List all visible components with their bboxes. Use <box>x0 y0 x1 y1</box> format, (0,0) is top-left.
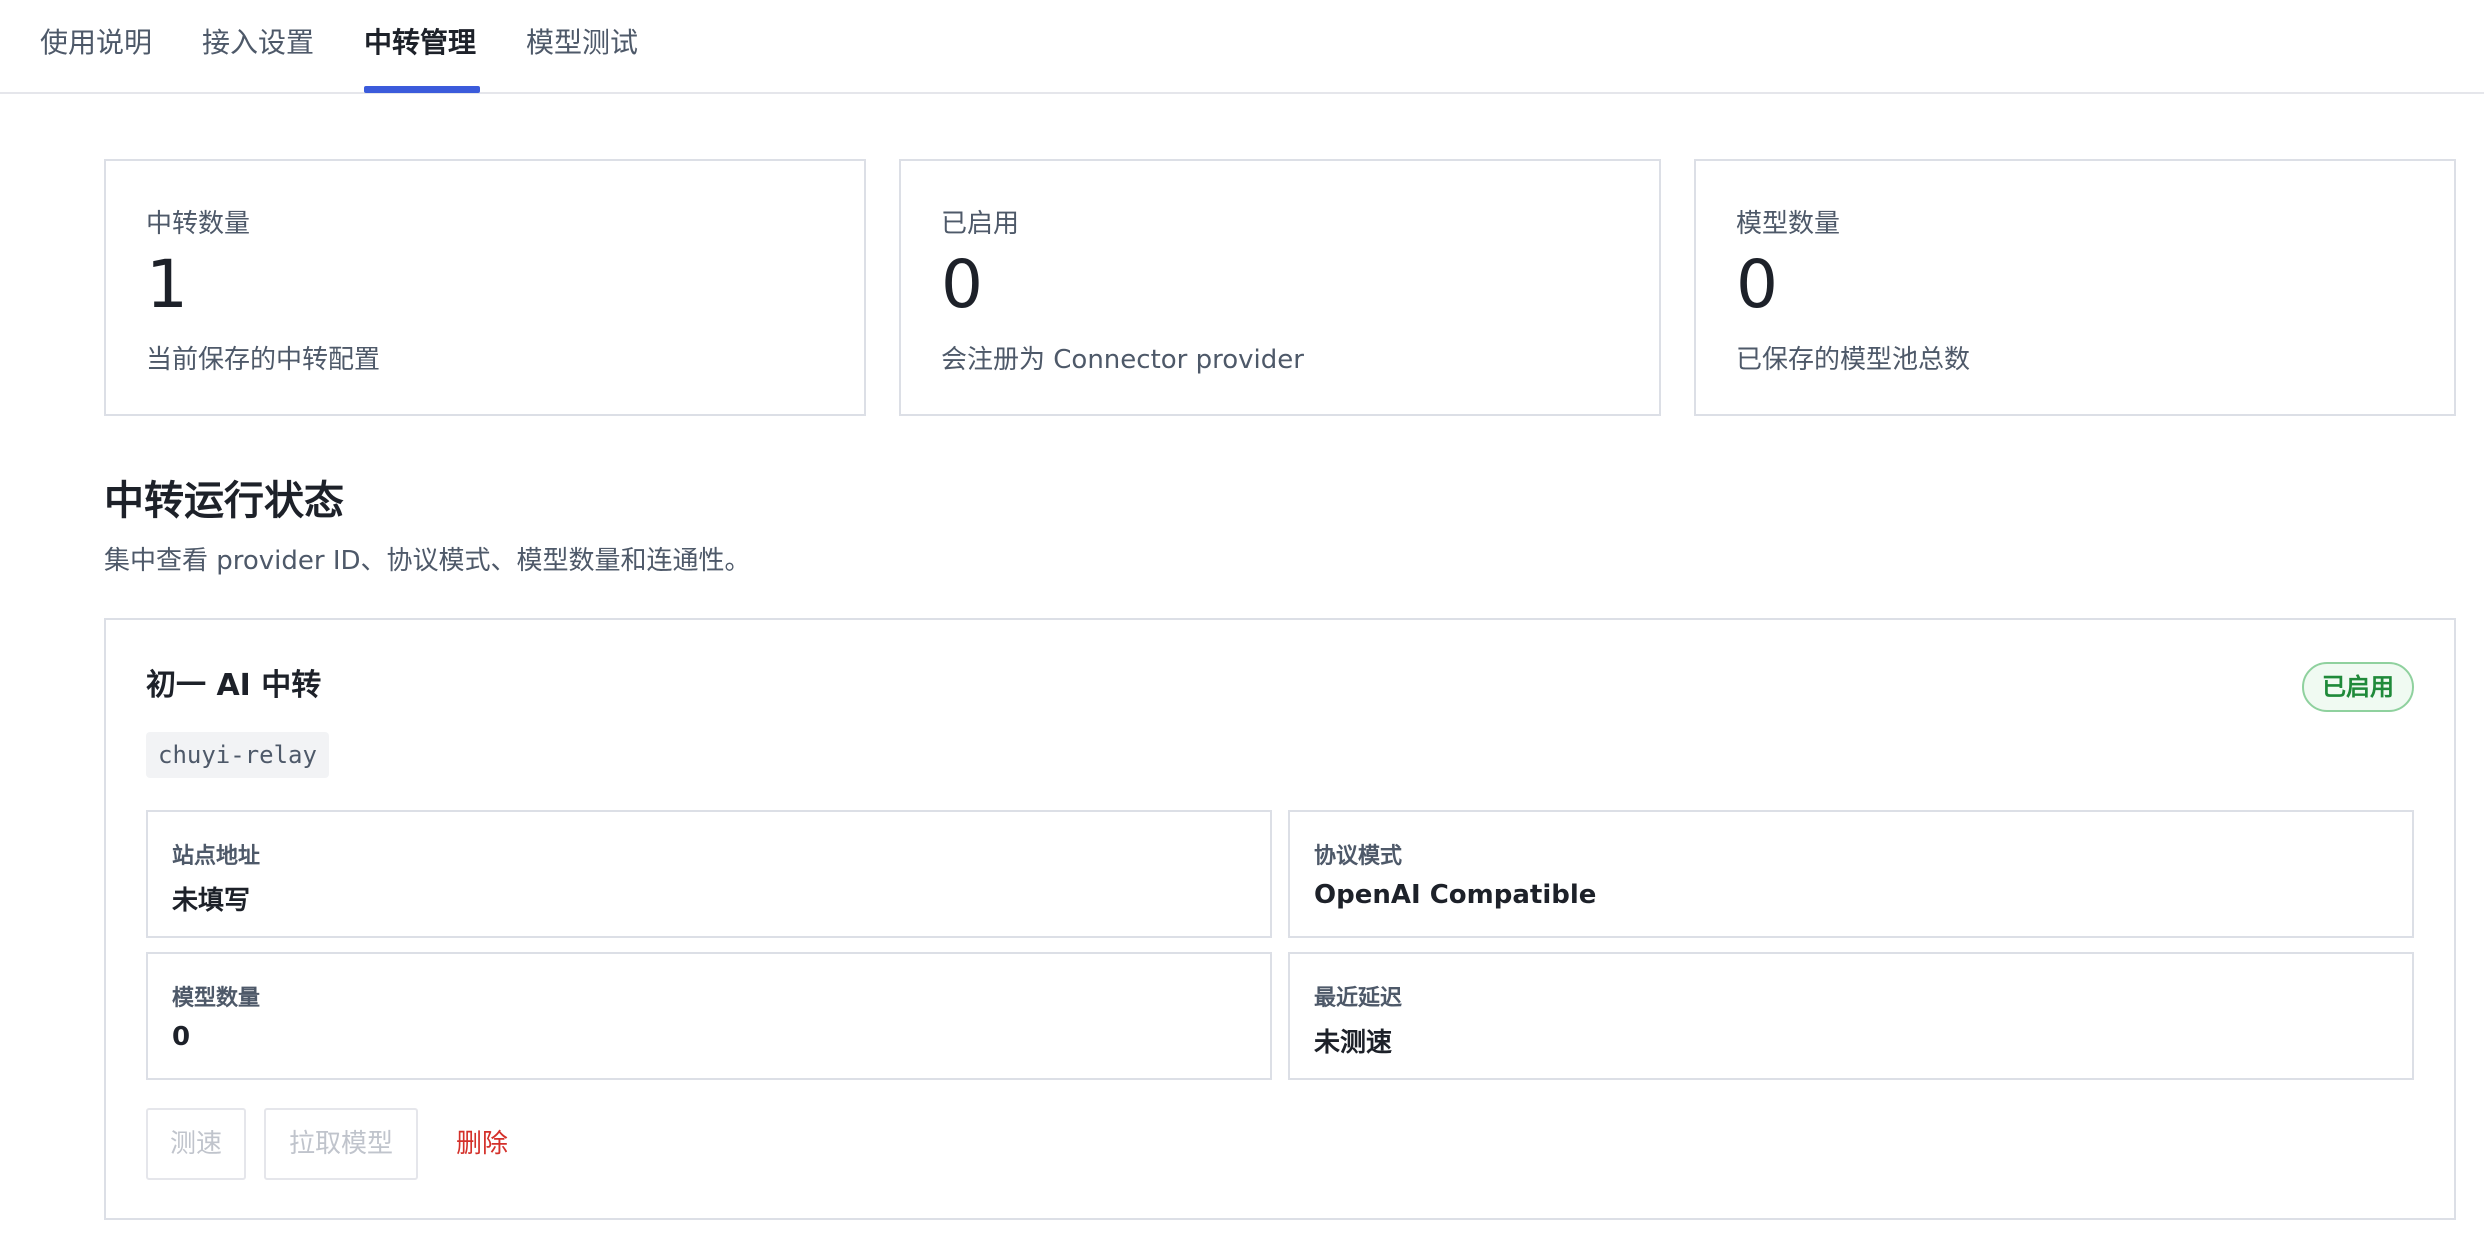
field-protocol-mode: 协议模式 OpenAI Compatible <box>1288 810 2414 938</box>
fetch-models-button[interactable]: 拉取模型 <box>264 1108 418 1180</box>
stat-value: 0 <box>1736 246 1778 323</box>
stat-card-model-count: 模型数量 0 已保存的模型池总数 <box>1694 159 2456 416</box>
tab-access-settings[interactable]: 接入设置 <box>202 0 314 94</box>
stat-description: 会注册为 Connector provider <box>941 345 1304 375</box>
field-value: OpenAI Compatible <box>1314 880 1597 910</box>
status-badge: 已启用 <box>2302 662 2414 712</box>
field-value: 未测速 <box>1314 1028 1393 1058</box>
tab-relay-management[interactable]: 中转管理 <box>364 0 476 94</box>
stat-value: 0 <box>941 246 983 323</box>
field-value: 未填写 <box>172 886 251 916</box>
stat-value: 1 <box>146 246 188 323</box>
stat-description: 已保存的模型池总数 <box>1736 345 1971 375</box>
stat-label: 已启用 <box>941 209 1020 239</box>
tab-usage-guide[interactable]: 使用说明 <box>40 0 152 94</box>
stat-card-relay-count: 中转数量 1 当前保存的中转配置 <box>104 159 866 416</box>
section-subtitle: 集中查看 provider ID、协议模式、模型数量和连通性。 <box>104 546 751 576</box>
relay-card: 初一 AI 中转 已启用 chuyi-relay 站点地址 未填写 协议模式 O… <box>104 618 2456 1220</box>
active-tab-indicator <box>364 86 480 93</box>
field-site-address: 站点地址 未填写 <box>146 810 1272 938</box>
stat-card-enabled-count: 已启用 0 会注册为 Connector provider <box>899 159 1661 416</box>
field-label: 站点地址 <box>172 844 261 869</box>
tab-model-test[interactable]: 模型测试 <box>526 0 638 94</box>
field-label: 最近延迟 <box>1314 986 1403 1011</box>
field-value: 0 <box>172 1022 191 1052</box>
speed-test-button[interactable]: 测速 <box>146 1108 246 1180</box>
stat-description: 当前保存的中转配置 <box>146 345 381 375</box>
field-model-count: 模型数量 0 <box>146 952 1272 1080</box>
stat-label: 中转数量 <box>146 209 251 239</box>
field-label: 协议模式 <box>1314 844 1403 869</box>
delete-button[interactable]: 删除 <box>456 1108 508 1180</box>
relay-name: 初一 AI 中转 <box>146 668 322 703</box>
section-title: 中转运行状态 <box>104 478 344 524</box>
field-label: 模型数量 <box>172 986 261 1011</box>
tab-bar: 使用说明 接入设置 中转管理 模型测试 <box>0 0 2484 94</box>
field-latest-latency: 最近延迟 未测速 <box>1288 952 2414 1080</box>
stat-label: 模型数量 <box>1736 209 1841 239</box>
relay-provider-id: chuyi-relay <box>146 732 329 778</box>
